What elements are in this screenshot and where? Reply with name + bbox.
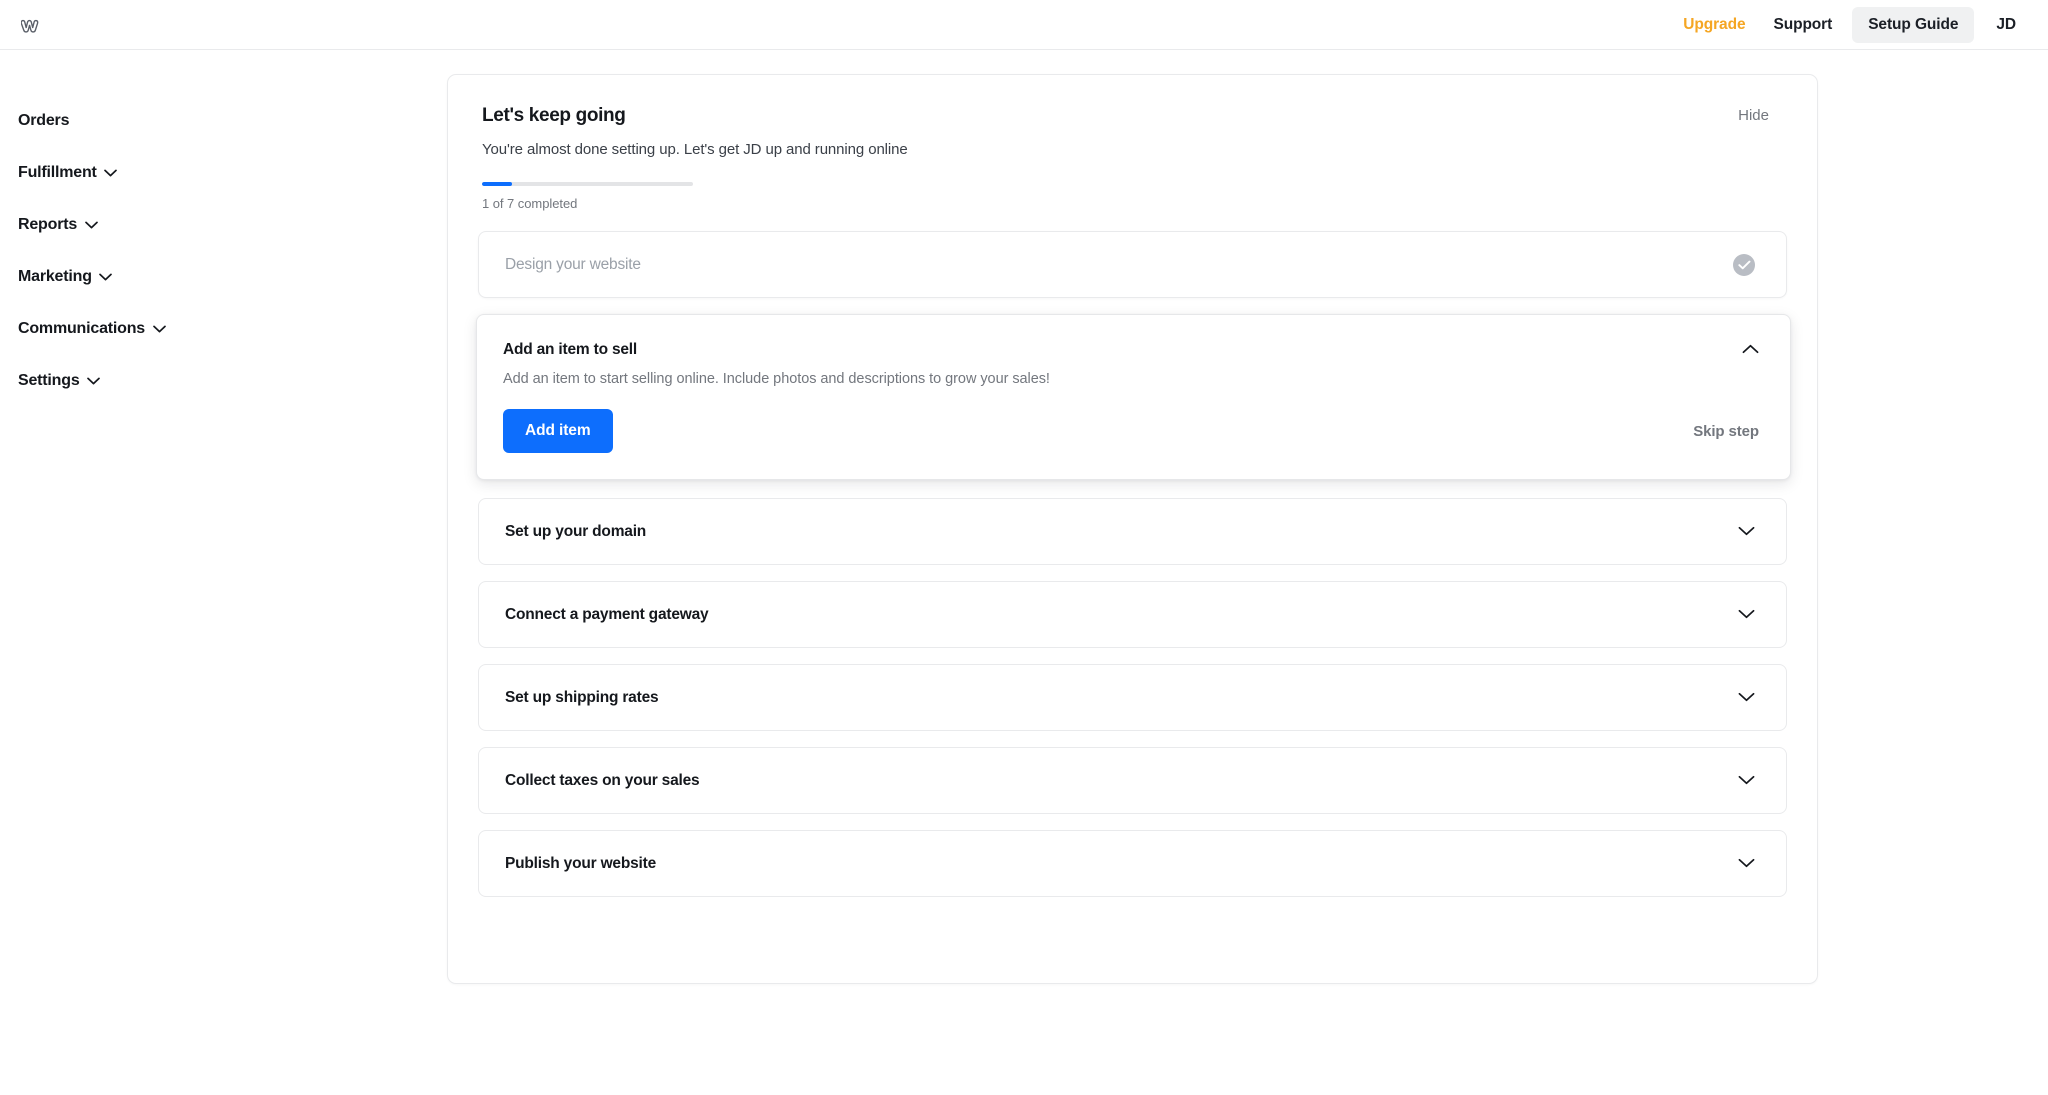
setup-step-publish-your-website[interactable]: Publish your website bbox=[478, 830, 1787, 897]
step-title: Design your website bbox=[505, 255, 641, 273]
sidebar-item-settings[interactable]: Settings bbox=[18, 368, 101, 394]
sidebar-item-orders[interactable]: Orders bbox=[18, 108, 69, 134]
step-title: Add an item to sell bbox=[503, 341, 637, 358]
check-circle-icon bbox=[1733, 253, 1755, 276]
sidebar-item-label: Orders bbox=[18, 112, 70, 129]
setup-guide-header: Let's keep going Hide bbox=[478, 103, 1787, 129]
setup-step-connect-a-payment-gateway[interactable]: Connect a payment gateway bbox=[478, 581, 1787, 648]
step-title: Connect a payment gateway bbox=[505, 605, 709, 623]
sidebar-item-label: Communications bbox=[18, 320, 145, 337]
setup-guide-subtitle: You're almost done setting up. Let's get… bbox=[482, 141, 908, 158]
setup-guide-panel: Let's keep going Hide You're almost done… bbox=[447, 74, 1818, 984]
chevron-down-icon bbox=[152, 322, 166, 336]
step-title: Set up shipping rates bbox=[505, 688, 659, 706]
page-title: Let's keep going bbox=[482, 105, 626, 126]
chevron-down-icon[interactable] bbox=[1738, 606, 1755, 624]
setup-step-design-your-website[interactable]: Design your website bbox=[478, 231, 1787, 298]
chevron-down-icon[interactable] bbox=[1738, 689, 1755, 707]
page-body: Orders Fulfillment Reports Marketing Com… bbox=[0, 50, 2048, 1094]
sidebar-item-fulfillment[interactable]: Fulfillment bbox=[18, 160, 118, 186]
sidebar-item-communications[interactable]: Communications bbox=[18, 316, 166, 342]
skip-step-link[interactable]: Skip step bbox=[1693, 423, 1759, 440]
avatar[interactable]: JD bbox=[1980, 16, 2026, 34]
sidebar-item-label: Fulfillment bbox=[18, 164, 97, 181]
step-title: Publish your website bbox=[505, 854, 657, 872]
support-link[interactable]: Support bbox=[1759, 16, 1846, 34]
chevron-down-icon[interactable] bbox=[1738, 772, 1755, 790]
add-item-button[interactable]: Add item bbox=[503, 409, 613, 453]
main-content: Let's keep going Hide You're almost done… bbox=[446, 50, 2048, 1094]
progress-bar[interactable] bbox=[482, 182, 693, 186]
weebly-w-logo-icon bbox=[21, 14, 43, 36]
setup-step-set-up-your-domain[interactable]: Set up your domain bbox=[478, 498, 1787, 565]
setup-step-collect-taxes-on-your-sales[interactable]: Collect taxes on your sales bbox=[478, 747, 1787, 814]
chevron-down-icon[interactable] bbox=[1738, 523, 1755, 541]
chevron-down-icon bbox=[84, 218, 98, 232]
progress-label: 1 of 7 completed bbox=[482, 196, 578, 211]
chevron-down-icon[interactable] bbox=[1738, 855, 1755, 873]
step-title: Set up your domain bbox=[505, 522, 647, 540]
sidebar-item-marketing[interactable]: Marketing bbox=[18, 264, 113, 290]
top-header-bar: Upgrade Support Setup Guide JD bbox=[0, 0, 2048, 50]
sidebar-item-label: Settings bbox=[18, 372, 80, 389]
header-actions: Upgrade Support Setup Guide JD bbox=[1669, 0, 2026, 50]
setup-progress: 1 of 7 completed bbox=[478, 182, 1787, 211]
upgrade-link[interactable]: Upgrade bbox=[1669, 16, 1759, 34]
setup-step-set-up-shipping-rates[interactable]: Set up shipping rates bbox=[478, 664, 1787, 731]
progress-bar-fill bbox=[482, 182, 512, 186]
sidebar-item-label: Reports bbox=[18, 216, 78, 233]
chevron-up-icon[interactable] bbox=[1742, 341, 1759, 359]
setup-steps-list: Design your website Add an item to sell bbox=[476, 231, 1791, 897]
sidebar-navigation: Orders Fulfillment Reports Marketing Com… bbox=[0, 50, 446, 1094]
setup-guide-button[interactable]: Setup Guide bbox=[1852, 7, 1975, 43]
sidebar-item-label: Marketing bbox=[18, 268, 92, 285]
brand-logo-link[interactable] bbox=[0, 14, 60, 36]
step-actions: Add item Skip step bbox=[477, 387, 1790, 453]
setup-step-add-an-item-to-sell[interactable]: Add an item to sell Add an item to start… bbox=[476, 314, 1791, 480]
hide-guide-link[interactable]: Hide bbox=[1738, 103, 1787, 129]
chevron-down-icon bbox=[104, 166, 118, 180]
step-title: Collect taxes on your sales bbox=[505, 771, 700, 789]
chevron-down-icon bbox=[99, 270, 113, 284]
chevron-down-icon bbox=[87, 374, 101, 388]
sidebar-item-reports[interactable]: Reports bbox=[18, 212, 98, 238]
step-description: Add an item to start selling online. Inc… bbox=[503, 371, 1050, 387]
